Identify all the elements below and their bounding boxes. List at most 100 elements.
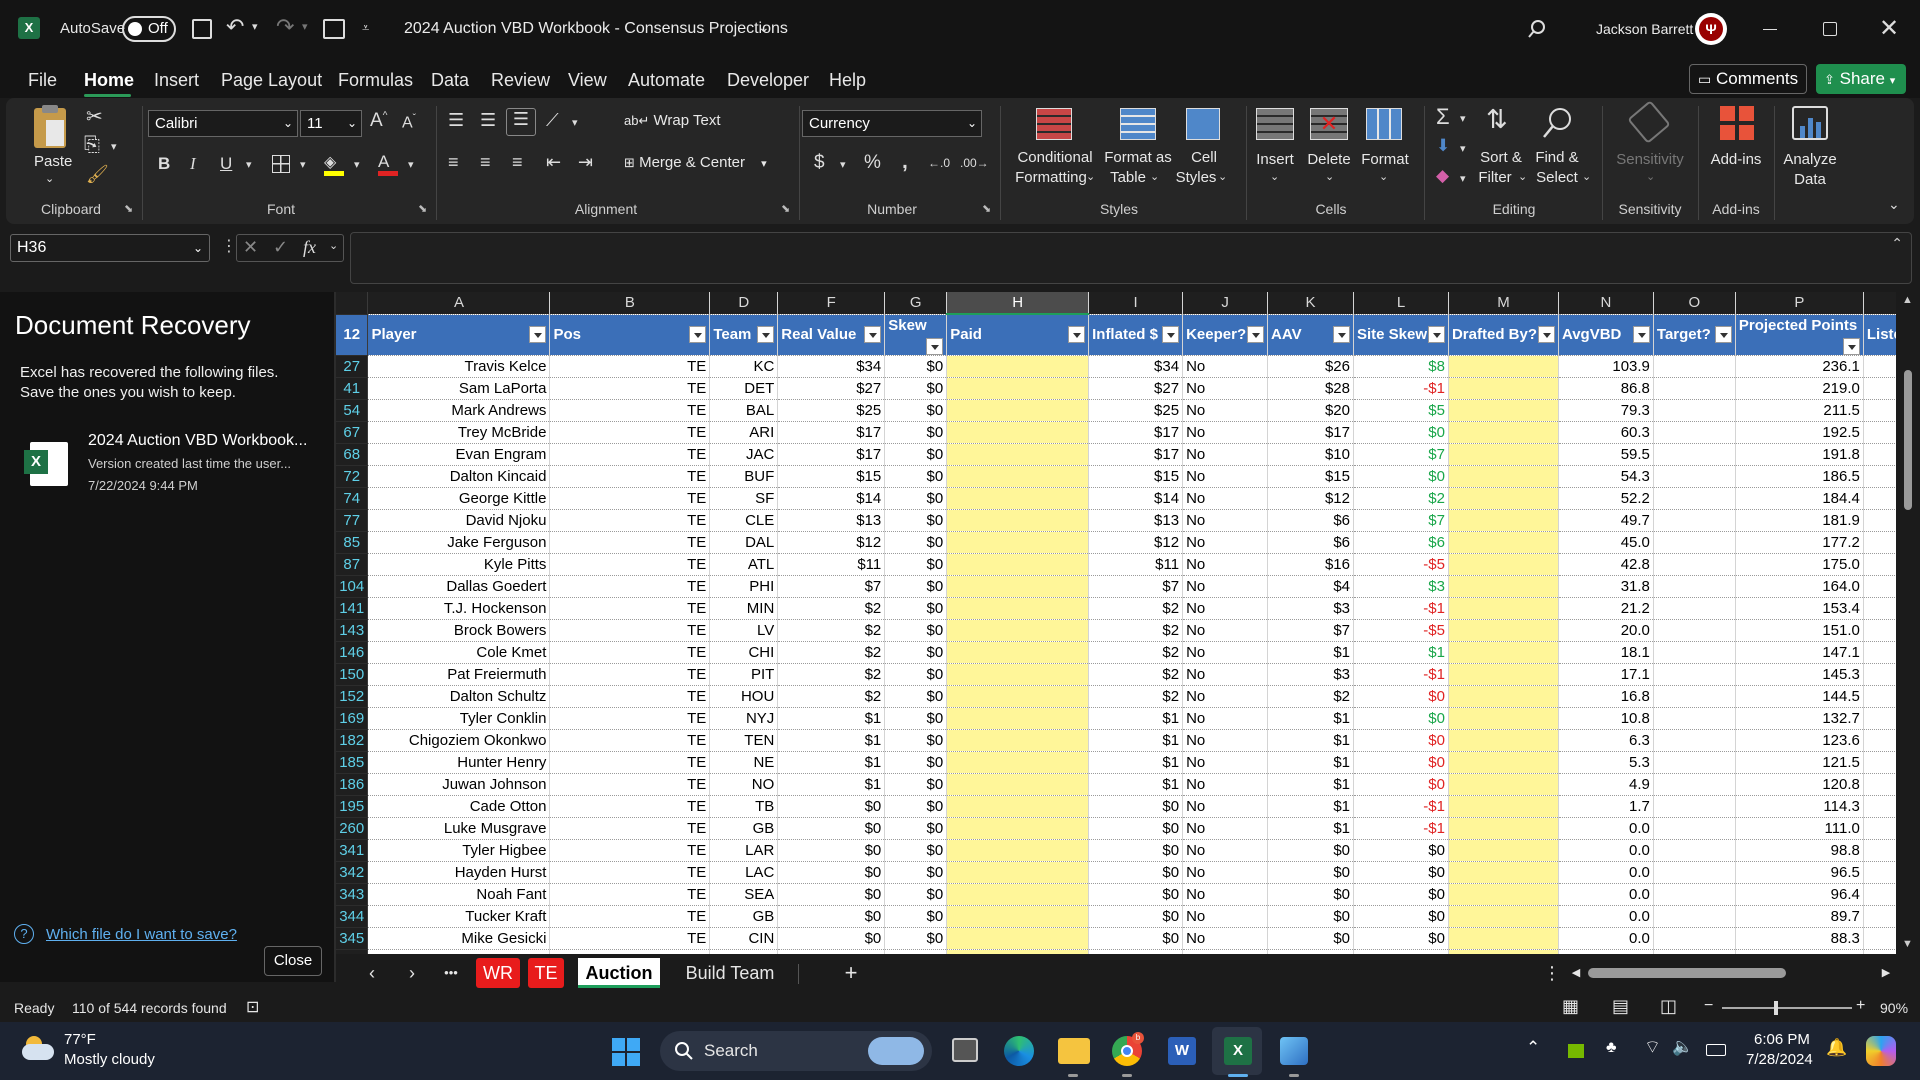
cell-inflated[interactable]: $12 bbox=[1088, 531, 1184, 554]
normal-view-icon[interactable]: ▦ bbox=[1562, 996, 1579, 1017]
cell-skew[interactable]: $0 bbox=[884, 509, 948, 532]
cell-keeper[interactable]: No bbox=[1182, 685, 1269, 708]
cell-projected-points[interactable]: 96.4 bbox=[1735, 883, 1864, 906]
row-number[interactable]: 54 bbox=[336, 399, 369, 422]
cell-skew[interactable]: $0 bbox=[884, 399, 948, 422]
cell-drafted-by[interactable] bbox=[1448, 817, 1559, 840]
row-number[interactable]: 260 bbox=[336, 817, 369, 840]
cell-team[interactable]: NO bbox=[709, 773, 779, 796]
cell-target[interactable] bbox=[1653, 421, 1736, 444]
cell-drafted-by[interactable] bbox=[1448, 729, 1559, 752]
cell-target[interactable] bbox=[1653, 531, 1736, 554]
cell-aav[interactable]: $1 bbox=[1267, 773, 1354, 796]
formula-options-icon[interactable]: ⋮ bbox=[221, 236, 237, 256]
analyze-data-label-2[interactable]: Data bbox=[1780, 170, 1840, 189]
weather-desc[interactable]: Mostly cloudy bbox=[64, 1051, 155, 1068]
cell-keeper[interactable]: No bbox=[1182, 773, 1269, 796]
cell-skew[interactable]: $0 bbox=[884, 685, 948, 708]
find-select-label-2[interactable]: Select bbox=[1532, 168, 1582, 187]
cell-projected-points[interactable]: 145.3 bbox=[1735, 663, 1864, 686]
cell-drafted-by[interactable] bbox=[1448, 597, 1559, 620]
clock-time[interactable]: 6:06 PM bbox=[1754, 1031, 1810, 1048]
cell-inflated[interactable]: $25 bbox=[1088, 399, 1184, 422]
copy-dropdown-icon[interactable]: ▾ bbox=[111, 140, 117, 153]
cell-avgvbd[interactable]: 0.0 bbox=[1558, 883, 1654, 906]
cell-real-value[interactable]: $12 bbox=[777, 531, 886, 554]
cell-target[interactable] bbox=[1653, 465, 1736, 488]
cell-keeper[interactable]: No bbox=[1182, 355, 1269, 378]
cell-site-skew[interactable]: $0 bbox=[1353, 751, 1449, 774]
row-number[interactable]: 345 bbox=[336, 927, 369, 950]
cell-real-value[interactable]: $27 bbox=[777, 377, 886, 400]
underline-dropdown-icon[interactable]: ▾ bbox=[246, 158, 252, 171]
cell-team[interactable]: MIN bbox=[709, 597, 779, 620]
cell-target[interactable] bbox=[1653, 729, 1736, 752]
cell-avgvbd[interactable]: 0.0 bbox=[1558, 927, 1654, 950]
cell-keeper[interactable]: No bbox=[1182, 465, 1269, 488]
document-title[interactable]: 2024 Auction VBD Workbook - Consensus Pr… bbox=[404, 20, 788, 38]
cell-team[interactable]: BUF bbox=[709, 465, 779, 488]
excel-taskbar-icon[interactable]: X bbox=[1224, 1037, 1252, 1065]
cell-player[interactable]: Evan Engram bbox=[367, 443, 551, 466]
cell-inflated[interactable]: $14 bbox=[1088, 487, 1184, 510]
cell-real-value[interactable]: $0 bbox=[777, 839, 886, 862]
paste-dropdown-icon[interactable]: ⌄ bbox=[45, 170, 54, 189]
cell-aav[interactable]: $4 bbox=[1267, 575, 1354, 598]
title-chevron-icon[interactable]: ⌄ bbox=[758, 19, 770, 36]
cell-paid[interactable] bbox=[946, 509, 1090, 532]
cell-avgvbd[interactable]: 4.9 bbox=[1558, 773, 1654, 796]
cell-site-skew[interactable]: $0 bbox=[1353, 685, 1449, 708]
save-icon[interactable] bbox=[192, 19, 212, 39]
cell-player[interactable]: Dalton Kincaid bbox=[367, 465, 551, 488]
cell-projected-points[interactable]: 88.3 bbox=[1735, 927, 1864, 950]
cell-drafted-by[interactable] bbox=[1448, 399, 1559, 422]
cell-player[interactable]: Tucker Kraft bbox=[367, 905, 551, 928]
cell-drafted-by[interactable] bbox=[1448, 861, 1559, 884]
menu-data[interactable]: Data bbox=[431, 70, 469, 91]
insert-cells-label[interactable]: Insert bbox=[1250, 150, 1300, 169]
cell-pos[interactable]: TE bbox=[549, 751, 711, 774]
column-header-o[interactable]: O bbox=[1653, 292, 1736, 315]
cell-avgvbd[interactable]: 1.7 bbox=[1558, 795, 1654, 818]
weather-icon[interactable] bbox=[22, 1036, 56, 1062]
cell-real-value[interactable]: $17 bbox=[777, 443, 886, 466]
tab-scroll-left-icon[interactable]: ‹ bbox=[362, 958, 382, 988]
cell-drafted-by[interactable] bbox=[1448, 839, 1559, 862]
cell-aav[interactable]: $0 bbox=[1267, 927, 1354, 950]
cell-drafted-by[interactable] bbox=[1448, 905, 1559, 928]
cell-avgvbd[interactable]: 21.2 bbox=[1558, 597, 1654, 620]
cell-real-value[interactable]: $2 bbox=[777, 619, 886, 642]
cell-inflated[interactable]: $0 bbox=[1088, 927, 1184, 950]
cell-pos[interactable]: TE bbox=[549, 861, 711, 884]
cell-skew[interactable]: $0 bbox=[884, 663, 948, 686]
cell-keeper[interactable]: No bbox=[1182, 377, 1269, 400]
sort-filter-label-2[interactable]: Filter bbox=[1472, 168, 1518, 187]
cell-team[interactable]: DAL bbox=[709, 531, 779, 554]
cell-keeper[interactable]: No bbox=[1182, 421, 1269, 444]
cell-player[interactable]: Kyle Pitts bbox=[367, 553, 551, 576]
cell-keeper[interactable]: No bbox=[1182, 795, 1269, 818]
cell-target[interactable] bbox=[1653, 861, 1736, 884]
cell-pos[interactable]: TE bbox=[549, 839, 711, 862]
cell-pos[interactable]: TE bbox=[549, 641, 711, 664]
column-header-j[interactable]: J bbox=[1182, 292, 1269, 315]
insert-cells-icon[interactable] bbox=[1256, 108, 1294, 140]
cell-site-skew[interactable]: $1 bbox=[1353, 641, 1449, 664]
cell-team[interactable]: BAL bbox=[709, 399, 779, 422]
cell-avgvbd[interactable]: 31.8 bbox=[1558, 575, 1654, 598]
row-number[interactable]: 169 bbox=[336, 707, 369, 730]
edge-icon[interactable] bbox=[1004, 1036, 1034, 1066]
cell-site-skew[interactable]: $7 bbox=[1353, 509, 1449, 532]
format-as-table-icon[interactable] bbox=[1120, 108, 1156, 140]
cell-keeper[interactable]: No bbox=[1182, 575, 1269, 598]
ribbon-collapse-icon[interactable]: ⌄ bbox=[1888, 196, 1900, 213]
cell-paid[interactable] bbox=[946, 531, 1090, 554]
cell-site-skew[interactable]: $2 bbox=[1353, 487, 1449, 510]
comments-button[interactable]: ▭ Comments bbox=[1689, 64, 1807, 94]
file-explorer-icon[interactable] bbox=[1058, 1038, 1090, 1064]
filter-dropdown-icon[interactable] bbox=[757, 326, 775, 343]
cell-drafted-by[interactable] bbox=[1448, 883, 1559, 906]
cell-team[interactable]: GB bbox=[709, 817, 779, 840]
cell-drafted-by[interactable] bbox=[1448, 795, 1559, 818]
cell-avgvbd[interactable]: 20.0 bbox=[1558, 619, 1654, 642]
